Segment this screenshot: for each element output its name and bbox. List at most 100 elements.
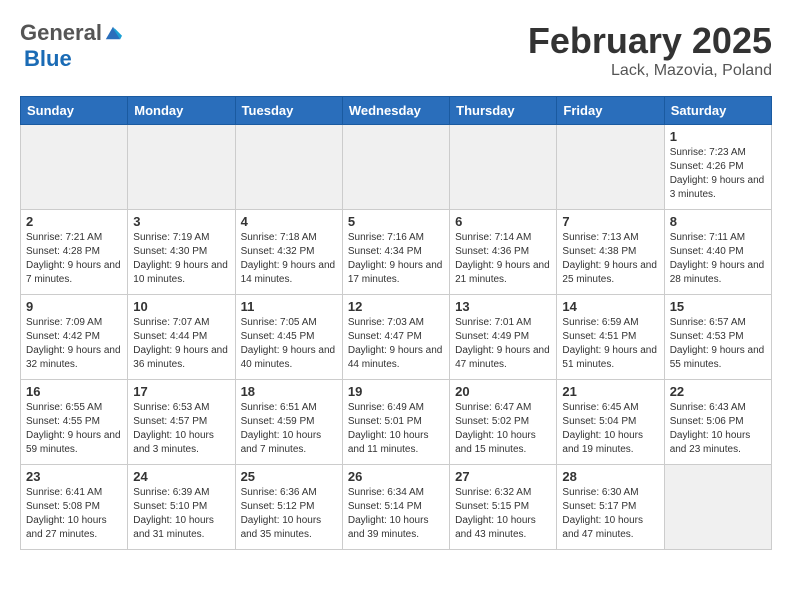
day-detail: Sunrise: 6:49 AMSunset: 5:01 PMDaylight:…: [348, 401, 444, 457]
day-number: 27: [455, 469, 551, 484]
day-detail: Sunrise: 7:23 AMSunset: 4:26 PMDaylight:…: [670, 146, 766, 202]
day-detail: Sunrise: 7:05 AMSunset: 4:45 PMDaylight:…: [241, 316, 337, 372]
calendar-day-cell: [664, 465, 771, 550]
day-number: 13: [455, 299, 551, 314]
day-number: 1: [670, 129, 766, 144]
day-detail: Sunrise: 6:47 AMSunset: 5:02 PMDaylight:…: [455, 401, 551, 457]
day-number: 16: [26, 384, 122, 399]
day-number: 2: [26, 214, 122, 229]
calendar-day-cell: 18 Sunrise: 6:51 AMSunset: 4:59 PMDayligh…: [235, 380, 342, 465]
day-number: 28: [562, 469, 658, 484]
day-detail: Sunrise: 7:13 AMSunset: 4:38 PMDaylight:…: [562, 231, 658, 287]
calendar-day-cell: 22 Sunrise: 6:43 AMSunset: 5:06 PMDayligh…: [664, 380, 771, 465]
calendar-day-cell: 1 Sunrise: 7:23 AMSunset: 4:26 PMDaylight…: [664, 125, 771, 210]
calendar-header-row: SundayMondayTuesdayWednesdayThursdayFrid…: [21, 97, 772, 125]
calendar-day-header: Friday: [557, 97, 664, 125]
day-number: 8: [670, 214, 766, 229]
day-number: 12: [348, 299, 444, 314]
day-detail: Sunrise: 7:21 AMSunset: 4:28 PMDaylight:…: [26, 231, 122, 287]
day-number: 15: [670, 299, 766, 314]
calendar-day-cell: [342, 125, 449, 210]
calendar-day-header: Thursday: [450, 97, 557, 125]
calendar-week-row: 16 Sunrise: 6:55 AMSunset: 4:55 PMDayligh…: [21, 380, 772, 465]
page-header: General Blue February 2025 Lack, Mazovia…: [20, 20, 772, 80]
calendar-day-cell: 10 Sunrise: 7:07 AMSunset: 4:44 PMDayligh…: [128, 295, 235, 380]
calendar-day-cell: 16 Sunrise: 6:55 AMSunset: 4:55 PMDayligh…: [21, 380, 128, 465]
day-detail: Sunrise: 7:18 AMSunset: 4:32 PMDaylight:…: [241, 231, 337, 287]
day-detail: Sunrise: 7:09 AMSunset: 4:42 PMDaylight:…: [26, 316, 122, 372]
day-number: 17: [133, 384, 229, 399]
calendar-day-cell: 13 Sunrise: 7:01 AMSunset: 4:49 PMDayligh…: [450, 295, 557, 380]
calendar-day-cell: 7Sunrise: 7:13 AMSunset: 4:38 PMDaylight…: [557, 210, 664, 295]
calendar-day-cell: 11 Sunrise: 7:05 AMSunset: 4:45 PMDayligh…: [235, 295, 342, 380]
day-number: 11: [241, 299, 337, 314]
calendar-day-cell: 25Sunrise: 6:36 AMSunset: 5:12 PMDayligh…: [235, 465, 342, 550]
day-detail: Sunrise: 6:53 AMSunset: 4:57 PMDaylight:…: [133, 401, 229, 457]
calendar-day-cell: 5Sunrise: 7:16 AMSunset: 4:34 PMDaylight…: [342, 210, 449, 295]
day-detail: Sunrise: 6:30 AMSunset: 5:17 PMDaylight:…: [562, 486, 658, 542]
month-title: February 2025: [528, 20, 772, 62]
calendar-day-header: Wednesday: [342, 97, 449, 125]
day-detail: Sunrise: 6:57 AMSunset: 4:53 PMDaylight:…: [670, 316, 766, 372]
calendar-day-header: Monday: [128, 97, 235, 125]
day-number: 24: [133, 469, 229, 484]
day-detail: Sunrise: 6:51 AMSunset: 4:59 PMDaylight:…: [241, 401, 337, 457]
day-detail: Sunrise: 6:55 AMSunset: 4:55 PMDaylight:…: [26, 401, 122, 457]
calendar-day-cell: 27 Sunrise: 6:32 AMSunset: 5:15 PMDayligh…: [450, 465, 557, 550]
calendar-day-cell: 8 Sunrise: 7:11 AMSunset: 4:40 PMDaylight…: [664, 210, 771, 295]
calendar-day-cell: 12 Sunrise: 7:03 AMSunset: 4:47 PMDayligh…: [342, 295, 449, 380]
calendar-day-cell: 21Sunrise: 6:45 AMSunset: 5:04 PMDayligh…: [557, 380, 664, 465]
calendar-day-cell: [128, 125, 235, 210]
location: Lack, Mazovia, Poland: [528, 62, 772, 80]
calendar-day-header: Sunday: [21, 97, 128, 125]
calendar-day-cell: 20 Sunrise: 6:47 AMSunset: 5:02 PMDayligh…: [450, 380, 557, 465]
title-area: February 2025 Lack, Mazovia, Poland: [528, 20, 772, 80]
day-number: 26: [348, 469, 444, 484]
calendar-day-cell: [235, 125, 342, 210]
calendar-day-cell: 6Sunrise: 7:14 AMSunset: 4:36 PMDaylight…: [450, 210, 557, 295]
calendar-day-cell: 3 Sunrise: 7:19 AMSunset: 4:30 PMDaylight…: [128, 210, 235, 295]
calendar-day-cell: [450, 125, 557, 210]
day-number: 4: [241, 214, 337, 229]
calendar-day-cell: 24 Sunrise: 6:39 AMSunset: 5:10 PMDayligh…: [128, 465, 235, 550]
day-detail: Sunrise: 6:34 AMSunset: 5:14 PMDaylight:…: [348, 486, 444, 542]
day-number: 18: [241, 384, 337, 399]
day-number: 5: [348, 214, 444, 229]
day-number: 23: [26, 469, 122, 484]
calendar-day-cell: 17 Sunrise: 6:53 AMSunset: 4:57 PMDayligh…: [128, 380, 235, 465]
day-detail: Sunrise: 7:01 AMSunset: 4:49 PMDaylight:…: [455, 316, 551, 372]
calendar-day-cell: 28 Sunrise: 6:30 AMSunset: 5:17 PMDayligh…: [557, 465, 664, 550]
calendar-day-header: Saturday: [664, 97, 771, 125]
day-detail: Sunrise: 6:43 AMSunset: 5:06 PMDaylight:…: [670, 401, 766, 457]
calendar-day-cell: 19 Sunrise: 6:49 AMSunset: 5:01 PMDayligh…: [342, 380, 449, 465]
day-number: 10: [133, 299, 229, 314]
day-number: 3: [133, 214, 229, 229]
calendar-day-cell: 4 Sunrise: 7:18 AMSunset: 4:32 PMDaylight…: [235, 210, 342, 295]
day-detail: Sunrise: 7:11 AMSunset: 4:40 PMDaylight:…: [670, 231, 766, 287]
logo-general-text: General: [20, 20, 102, 46]
day-detail: Sunrise: 7:07 AMSunset: 4:44 PMDaylight:…: [133, 316, 229, 372]
calendar-day-cell: 15 Sunrise: 6:57 AMSunset: 4:53 PMDayligh…: [664, 295, 771, 380]
day-number: 22: [670, 384, 766, 399]
calendar-day-cell: 2 Sunrise: 7:21 AMSunset: 4:28 PMDaylight…: [21, 210, 128, 295]
day-detail: Sunrise: 6:32 AMSunset: 5:15 PMDaylight:…: [455, 486, 551, 542]
day-number: 20: [455, 384, 551, 399]
calendar-day-cell: 14Sunrise: 6:59 AMSunset: 4:51 PMDayligh…: [557, 295, 664, 380]
day-number: 6: [455, 214, 551, 229]
day-number: 19: [348, 384, 444, 399]
calendar-table: SundayMondayTuesdayWednesdayThursdayFrid…: [20, 96, 772, 550]
day-detail: Sunrise: 7:03 AMSunset: 4:47 PMDaylight:…: [348, 316, 444, 372]
day-detail: Sunrise: 7:19 AMSunset: 4:30 PMDaylight:…: [133, 231, 229, 287]
calendar-day-cell: 9 Sunrise: 7:09 AMSunset: 4:42 PMDaylight…: [21, 295, 128, 380]
calendar-week-row: 9 Sunrise: 7:09 AMSunset: 4:42 PMDaylight…: [21, 295, 772, 380]
day-number: 9: [26, 299, 122, 314]
calendar-week-row: 1 Sunrise: 7:23 AMSunset: 4:26 PMDaylight…: [21, 125, 772, 210]
calendar-week-row: 23 Sunrise: 6:41 AMSunset: 5:08 PMDayligh…: [21, 465, 772, 550]
day-detail: Sunrise: 6:59 AMSunset: 4:51 PMDaylight:…: [562, 316, 658, 372]
day-number: 21: [562, 384, 658, 399]
logo-icon: [104, 24, 122, 42]
calendar-day-header: Tuesday: [235, 97, 342, 125]
day-detail: Sunrise: 6:41 AMSunset: 5:08 PMDaylight:…: [26, 486, 122, 542]
logo: General Blue: [20, 20, 122, 72]
day-detail: Sunrise: 6:39 AMSunset: 5:10 PMDaylight:…: [133, 486, 229, 542]
